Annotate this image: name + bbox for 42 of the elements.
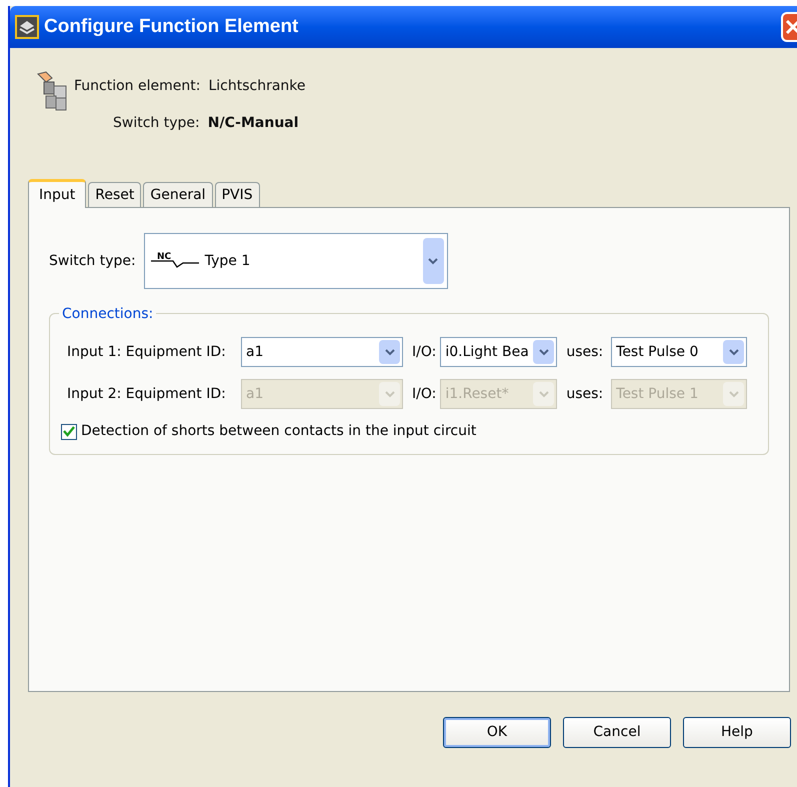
field-label: Input 1: Equipment ID: bbox=[67, 342, 227, 362]
dropdown-value: a1 bbox=[246, 384, 264, 404]
dropdown-value: Test Pulse 1 bbox=[616, 384, 700, 404]
chevron-icon bbox=[728, 390, 739, 398]
field-label: I/O: bbox=[412, 342, 436, 362]
chevron-icon bbox=[384, 348, 394, 356]
test-pulse-dropdown[interactable]: Test Pulse 0 bbox=[611, 337, 748, 367]
field-label: uses: bbox=[566, 342, 604, 362]
dialog-button[interactable]: Cancel bbox=[563, 717, 671, 748]
switch-type-dropdown[interactable]: NC Type 1 bbox=[144, 233, 448, 289]
field-label: Input 2: Equipment ID: bbox=[67, 384, 227, 404]
field-label: Switch type: bbox=[113, 114, 200, 133]
window-title: Configure Function Element bbox=[44, 14, 298, 39]
dropdown-value: Type 1 bbox=[204, 252, 250, 270]
dialog-button[interactable]: Help bbox=[683, 717, 791, 748]
chevron-icon bbox=[728, 348, 739, 356]
equipment-dropdown[interactable]: a1 bbox=[241, 337, 403, 367]
field-label: Function element: bbox=[74, 77, 200, 96]
dropdown-value: Test Pulse 0 bbox=[616, 342, 700, 362]
field-label: I/O: bbox=[412, 384, 436, 404]
dropdown-value: a1 bbox=[246, 342, 264, 362]
dropdown-value: i0.Light Bea bbox=[445, 342, 530, 362]
checkbox-label: Detection of shorts between contacts in the input circuit bbox=[81, 422, 476, 441]
chevron-icon bbox=[384, 390, 394, 398]
field-value: N/C-Manual bbox=[208, 114, 299, 133]
field-value: Lichtschranke bbox=[208, 77, 306, 96]
tab[interactable]: General bbox=[143, 182, 213, 207]
dropdown-value: i1.Reset* bbox=[445, 384, 510, 404]
chevron-icon bbox=[538, 348, 549, 356]
io-dropdown[interactable]: i0.Light Bea bbox=[440, 337, 558, 367]
app-icon bbox=[14, 14, 40, 40]
tab[interactable]: Reset bbox=[88, 182, 142, 207]
chevron-icon bbox=[538, 390, 549, 398]
close-icon bbox=[785, 19, 797, 35]
field-label: uses: bbox=[566, 384, 604, 404]
chevron-icon bbox=[428, 258, 438, 264]
field-label: Switch type: bbox=[49, 252, 136, 270]
tab[interactable]: Input bbox=[28, 179, 86, 208]
check-icon bbox=[63, 426, 75, 437]
tab[interactable]: PVIS bbox=[214, 182, 260, 207]
checkbox[interactable] bbox=[61, 424, 77, 440]
dialog-button[interactable]: OK bbox=[443, 717, 551, 748]
